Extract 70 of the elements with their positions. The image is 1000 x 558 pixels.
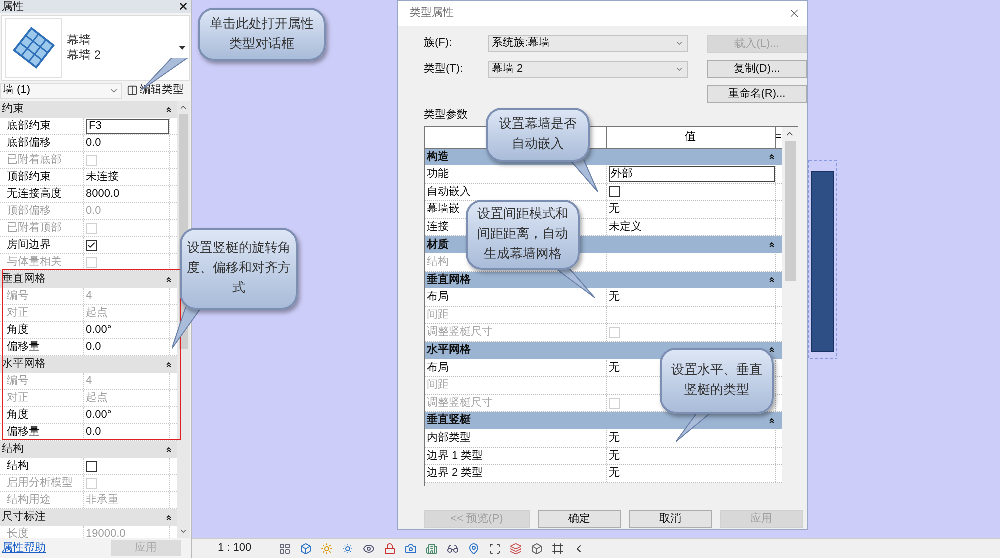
property-label: 编号 bbox=[7, 374, 29, 389]
parameter-label: 调整竖梃尺寸 bbox=[427, 396, 493, 411]
property-label: 结构 bbox=[7, 458, 29, 474]
property-label: 角度 bbox=[7, 408, 29, 423]
property-label: 底部偏移 bbox=[7, 136, 51, 151]
parameter-value: 无 bbox=[609, 448, 620, 464]
parameter-label: 连接 bbox=[427, 220, 449, 235]
type-name: 幕墙 2 bbox=[67, 48, 102, 63]
property-value: 4 bbox=[86, 374, 92, 389]
parameter-value: 无 bbox=[609, 202, 620, 218]
property-label: 对正 bbox=[7, 390, 29, 406]
property-value: 未连接 bbox=[86, 170, 119, 185]
parameter-label: 边界 2 类型 bbox=[427, 466, 484, 482]
property-label: 启用分析模型 bbox=[7, 476, 73, 491]
property-value: 0.0 bbox=[86, 136, 102, 151]
parameter-label: 间距 bbox=[427, 378, 449, 394]
property-label: 顶部偏移 bbox=[7, 204, 51, 219]
property-value: 起点 bbox=[86, 306, 108, 321]
property-label: 角度 bbox=[7, 322, 29, 338]
callout-tooltip: 设置水平、垂直竖梃的类型 bbox=[660, 348, 774, 414]
column-header: 值 bbox=[685, 130, 696, 145]
property-label: 长度 bbox=[7, 526, 29, 538]
callout-tooltip: 设置间距模式和间距距离，自动生成幕墙网格 bbox=[466, 200, 580, 270]
parameter-value: 无 bbox=[609, 431, 620, 446]
property-value: 0.0 bbox=[86, 340, 102, 355]
property-value: 19000.0 bbox=[86, 526, 126, 538]
property-value: 起点 bbox=[86, 390, 108, 406]
property-value: 8000.0 bbox=[86, 186, 120, 202]
callout-tooltip: 设置竖梃的旋转角度、偏移和对齐方式 bbox=[180, 228, 298, 310]
parameter-label: 幕墙嵌 bbox=[427, 202, 460, 218]
parameter-value: 无 bbox=[609, 290, 620, 306]
parameter-label: 内部类型 bbox=[427, 430, 471, 446]
property-label: 对正 bbox=[7, 306, 29, 321]
parameter-label: 自动嵌入 bbox=[427, 184, 471, 200]
parameter-label: 调整竖梃尺寸 bbox=[427, 325, 493, 340]
parameter-label: 布局 bbox=[427, 360, 449, 376]
parameter-label: 布局 bbox=[427, 290, 449, 306]
property-label: 结构用途 bbox=[7, 492, 51, 508]
type-family: 幕墙 bbox=[67, 33, 92, 48]
property-label: 已附着底部 bbox=[7, 152, 62, 168]
property-value: 0.00° bbox=[86, 408, 112, 423]
parameter-label: 功能 bbox=[427, 167, 449, 182]
property-value: 0.00° bbox=[86, 322, 112, 338]
field-label: 类型(T): bbox=[424, 62, 464, 78]
dialog-title: 类型属性 bbox=[410, 6, 454, 22]
panel-title: 属性 bbox=[2, 0, 24, 12]
parameter-label: 边界 1 类型 bbox=[427, 448, 484, 464]
property-value: 0.0 bbox=[86, 204, 102, 219]
parameter-label: 间距 bbox=[427, 308, 449, 323]
property-value: 非承重 bbox=[86, 492, 119, 508]
property-label: 顶部约束 bbox=[7, 170, 51, 185]
callout-tooltip: 单击此处打开属性类型对话框 bbox=[198, 8, 326, 61]
property-value: 4 bbox=[86, 288, 92, 304]
callout-tooltip: 设置幕墙是否自动嵌入 bbox=[486, 108, 590, 162]
parameter-value: 无 bbox=[609, 466, 620, 482]
field-label: 族(F): bbox=[424, 36, 454, 52]
parameter-value: 无 bbox=[609, 360, 620, 376]
property-value: 0.0 bbox=[86, 424, 102, 440]
property-label: 无连接高度 bbox=[7, 186, 62, 202]
parameter-value: 未定义 bbox=[609, 220, 642, 235]
property-label: 底部约束 bbox=[7, 118, 51, 134]
property-label: 与体量相关 bbox=[7, 254, 62, 270]
section-label: 类型参数 bbox=[424, 108, 468, 123]
property-label: 偏移量 bbox=[7, 424, 40, 440]
parameter-label: 结构 bbox=[427, 255, 449, 270]
property-label: 编号 bbox=[7, 288, 29, 304]
property-label: 房间边界 bbox=[7, 238, 51, 253]
column-header: = bbox=[776, 130, 782, 145]
property-label: 偏移量 bbox=[7, 340, 40, 355]
property-label: 已附着顶部 bbox=[7, 220, 62, 236]
